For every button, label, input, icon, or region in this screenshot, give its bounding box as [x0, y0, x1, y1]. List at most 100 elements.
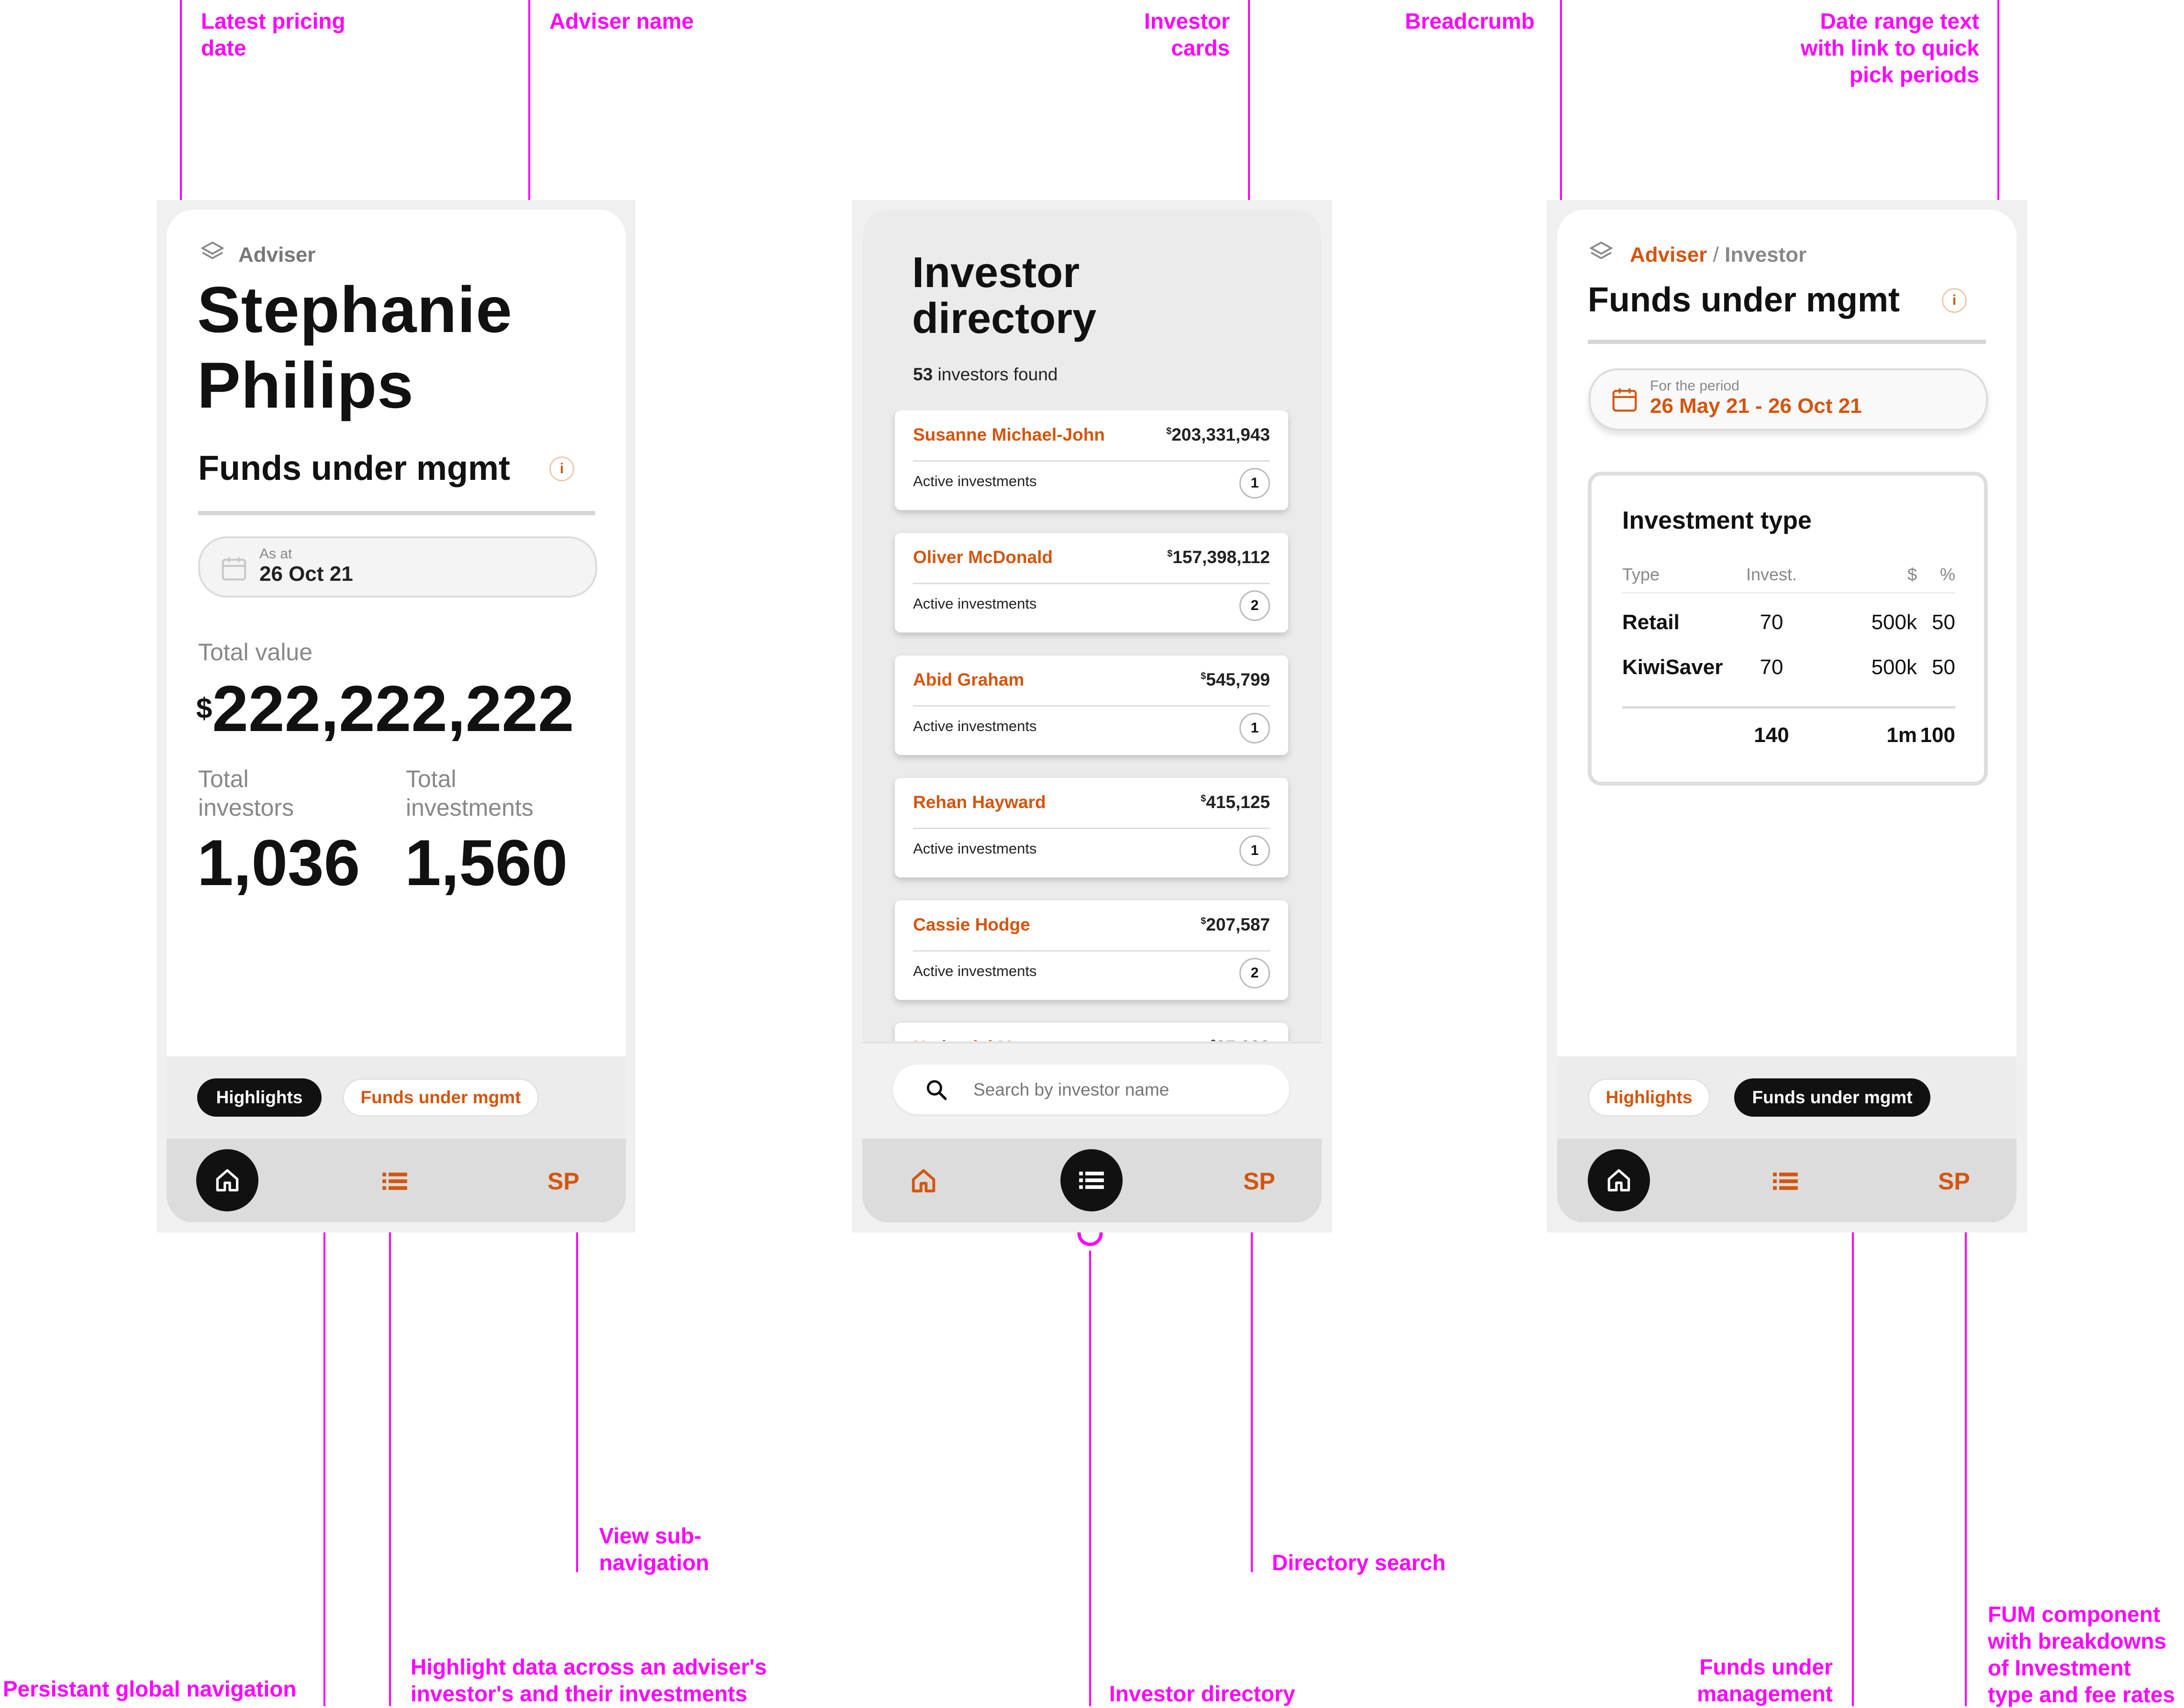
- screen-investor-directory: Investor directory 53 investors found Su…: [862, 210, 1322, 1223]
- breadcrumb-adviser[interactable]: Adviser: [1630, 243, 1707, 266]
- row-retail-percent: 50: [1932, 610, 1955, 634]
- annotation-investor-cards: Investor cards: [1144, 9, 1230, 60]
- profile-avatar[interactable]: SP: [1938, 1167, 1970, 1195]
- investor-value: $545,799: [1201, 670, 1270, 689]
- investor-name[interactable]: Oliver McDonald: [913, 547, 1053, 567]
- row-kiwisaver-percent: 50: [1932, 655, 1955, 679]
- investor-name[interactable]: Cassie Hodge: [913, 915, 1030, 935]
- total-value: $222,222,222: [196, 673, 574, 744]
- screen-funds-under-mgmt: Adviser / Investor Funds under mgmt i Fo…: [1557, 210, 2017, 1223]
- section-title: Funds under mgmt: [198, 449, 510, 488]
- investor-name[interactable]: Susanne Michael-John: [913, 425, 1105, 445]
- global-navigation: SP: [1557, 1139, 2017, 1222]
- sub-navigation: Highlights Funds under mgmt: [1557, 1056, 2017, 1139]
- investor-name[interactable]: Nathaniel Moore: [913, 1037, 1051, 1041]
- annotation-view-subnav: View sub- navigation: [599, 1523, 710, 1575]
- annotation-latest-pricing: Latest pricing date: [201, 9, 345, 60]
- total-investors-label: Total investors: [198, 765, 294, 821]
- header-dollars: $: [1907, 565, 1917, 584]
- date-range-field[interactable]: For the period 26 May 21 - 26 Oct 21: [1589, 368, 1988, 431]
- directory-list-icon[interactable]: [1771, 1166, 1800, 1196]
- tab-highlights[interactable]: Highlights: [197, 1078, 322, 1117]
- active-investments-label: Active investments: [913, 473, 1037, 489]
- home-icon[interactable]: [908, 1165, 939, 1196]
- home-icon: [216, 1169, 239, 1192]
- directory-list-icon[interactable]: [380, 1166, 410, 1196]
- period-label: For the period: [1650, 378, 1739, 394]
- investor-name[interactable]: Abid Graham: [913, 670, 1024, 690]
- global-navigation: SP: [862, 1139, 1322, 1222]
- tab-funds-under-mgmt[interactable]: Funds under mgmt: [1734, 1078, 1930, 1117]
- investor-card[interactable]: Abid Graham $545,799 Active investments …: [895, 655, 1288, 755]
- active-investments-label: Active investments: [913, 718, 1037, 734]
- table-header-rule: [1622, 592, 1955, 593]
- active-investments-count: 2: [1239, 590, 1270, 621]
- pricing-date-value: 26 Oct 21: [259, 562, 353, 586]
- total-invest: 140: [1754, 723, 1789, 747]
- totals-rule: [1622, 706, 1955, 709]
- total-investments-value: 1,560: [405, 826, 568, 899]
- row-kiwisaver-dollars: 500k: [1871, 655, 1917, 679]
- profile-avatar[interactable]: SP: [1243, 1167, 1275, 1195]
- annotation-date-range: Date range text with link to quick pick …: [1800, 9, 1979, 87]
- home-icon: [1607, 1169, 1630, 1192]
- info-icon[interactable]: i: [549, 456, 574, 481]
- active-investments-count: 1: [1239, 835, 1270, 866]
- layers-icon: [201, 241, 224, 259]
- investor-value: $157,398,112: [1167, 547, 1270, 567]
- home-button[interactable]: [1588, 1149, 1650, 1211]
- investor-card[interactable]: Cassie Hodge $207,587 Active investments…: [895, 900, 1288, 1000]
- investor-value: $207,587: [1201, 915, 1270, 934]
- global-navigation: SP: [167, 1139, 626, 1222]
- section-divider: [1588, 340, 1986, 344]
- search-bar-area: Search by investor name: [862, 1042, 1322, 1139]
- active-investments-count: 1: [1239, 713, 1270, 743]
- directory-title: Investor directory: [912, 249, 1097, 343]
- investor-value: $97,099: [1211, 1037, 1270, 1041]
- tab-highlights[interactable]: Highlights: [1588, 1078, 1710, 1117]
- pricing-date-field[interactable]: As at 26 Oct 21: [198, 536, 597, 598]
- row-kiwisaver-type: KiwiSaver: [1622, 655, 1723, 679]
- info-icon[interactable]: i: [1942, 288, 1967, 313]
- annotation-adviser-name: Adviser name: [549, 9, 694, 33]
- breadcrumb-investor: Investor: [1725, 243, 1807, 266]
- row-retail-invest: 70: [1760, 610, 1783, 634]
- total-percent: 100: [1920, 723, 1955, 747]
- total-value-label: Total value: [198, 639, 313, 665]
- investor-card[interactable]: Rehan Hayward $415,125 Active investment…: [895, 778, 1288, 877]
- investor-list: Susanne Michael-John $203,331,943 Active…: [862, 410, 1322, 1041]
- row-retail-dollars: 500k: [1871, 610, 1917, 634]
- home-button[interactable]: [196, 1149, 258, 1211]
- section-divider: [198, 511, 595, 515]
- search-input[interactable]: Search by investor name: [973, 1080, 1169, 1100]
- calendar-icon: [222, 557, 246, 581]
- annotation-highlight-data: Highlight data across an adviser's inves…: [411, 1654, 767, 1706]
- search-icon: [926, 1080, 947, 1100]
- calendar-icon: [1612, 388, 1637, 412]
- directory-button[interactable]: [1060, 1149, 1123, 1211]
- annotation-funds-under-mgmt: Funds under management: [1697, 1654, 1833, 1706]
- tab-funds-under-mgmt[interactable]: Funds under mgmt: [343, 1078, 539, 1117]
- section-title: Funds under mgmt: [1588, 281, 1900, 319]
- profile-avatar[interactable]: SP: [547, 1167, 579, 1195]
- directory-search[interactable]: Search by investor name: [893, 1065, 1289, 1114]
- investor-name[interactable]: Rehan Hayward: [913, 792, 1046, 812]
- period-value[interactable]: 26 May 21 - 26 Oct 21: [1650, 394, 1862, 418]
- investor-card[interactable]: Nathaniel Moore $97,099: [895, 1023, 1288, 1041]
- pricing-date-label: As at: [259, 546, 292, 562]
- investor-card[interactable]: Susanne Michael-John $203,331,943 Active…: [895, 410, 1288, 510]
- total-dollars: 1m: [1886, 723, 1917, 747]
- investment-type-card: Investment type Type Invest. $ % Retail …: [1588, 472, 1988, 786]
- active-investments-label: Active investments: [913, 963, 1037, 979]
- total-value-amount: 222,222,222: [212, 672, 574, 745]
- breadcrumb[interactable]: Adviser: [238, 243, 315, 267]
- annotation-investor-directory: Investor directory: [1109, 1681, 1295, 1706]
- adviser-name-last: Philips: [197, 349, 414, 421]
- annotation-directory-search: Directory search: [1272, 1550, 1446, 1575]
- active-investments-count: 2: [1239, 958, 1270, 988]
- card-title: Investment type: [1622, 507, 1812, 534]
- header-invest: Invest.: [1746, 565, 1797, 584]
- total-investments-label: Total investments: [406, 765, 534, 821]
- adviser-name-first: Stephanie: [197, 273, 513, 346]
- investor-card[interactable]: Oliver McDonald $157,398,112 Active inve…: [895, 533, 1288, 632]
